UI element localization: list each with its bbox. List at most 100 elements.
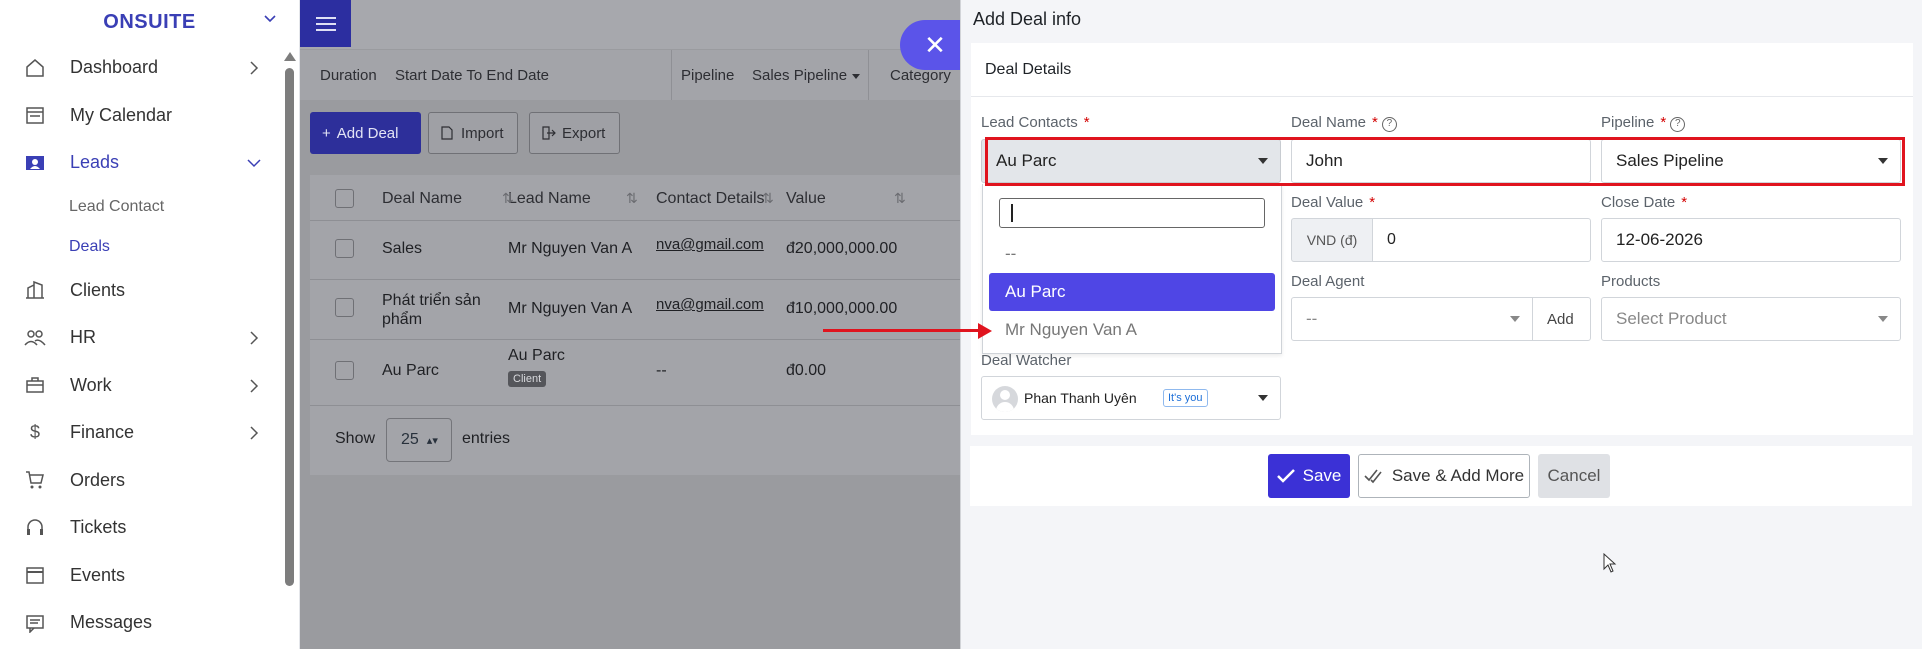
hamburger-menu-icon[interactable] (300, 0, 351, 47)
sidebar-item-label: Leads (70, 152, 120, 173)
sidebar-item-work[interactable]: Work (0, 362, 299, 410)
sidebar-item-finance[interactable]: $ Finance (0, 409, 299, 457)
sidebar-item-orders[interactable]: Orders (0, 457, 299, 505)
save-add-more-button[interactable]: Save & Add More (1358, 454, 1530, 498)
sidebar-item-tickets[interactable]: Tickets (0, 504, 299, 552)
deal-name-cell[interactable]: Phát triển sản phẩm (382, 291, 512, 329)
dropdown-option-none[interactable]: -- (989, 235, 1275, 273)
lead-name-cell[interactable]: Mr Nguyen Van A (508, 300, 632, 318)
contact-email-link[interactable]: nva@gmail.com (656, 296, 764, 313)
add-deal-label: Add Deal (336, 124, 399, 142)
label-text: Lead Contacts (981, 114, 1078, 131)
caret-down-icon (852, 74, 860, 79)
sidebar-subitem-lead-contact[interactable]: Lead Contact (0, 187, 299, 227)
sidebar-item-label: Finance (70, 422, 135, 443)
divider (868, 50, 869, 100)
entries-label: entries (462, 430, 511, 447)
row-checkbox[interactable] (335, 361, 354, 380)
save-add-more-label: Save & Add More (1391, 466, 1525, 485)
sidebar-item-label: Dashboard (70, 57, 159, 78)
hr-icon (24, 327, 46, 349)
column-header-lead-name[interactable]: Lead Name (508, 190, 591, 208)
caret-down-icon (1878, 316, 1888, 322)
sort-icon[interactable]: ⇅ (502, 190, 514, 207)
brand-logo[interactable]: ONSUITE (0, 0, 299, 44)
sidebar-item-hr[interactable]: HR (0, 314, 299, 362)
deals-page: Duration Start Date To End Date Pipeline… (300, 0, 960, 649)
deal-value-cell: đ0.00 (786, 362, 827, 379)
mouse-cursor-icon (1603, 553, 1617, 573)
sidebar-scrollbar[interactable] (285, 68, 294, 586)
row-checkbox[interactable] (335, 298, 354, 317)
sidebar-nav: Dashboard My Calendar Leads Lead Contact… (0, 44, 299, 647)
lead-name-cell[interactable]: Au Parc (508, 347, 565, 365)
products-label: Products (1601, 273, 1661, 290)
brand-name: ONSUITE (103, 10, 196, 33)
add-deal-button[interactable]: + Add Deal (310, 112, 421, 154)
lead-name-cell[interactable]: Mr Nguyen Van A (508, 240, 632, 258)
close-date-value: 12-06-2026 (1616, 230, 1703, 249)
deal-name-cell[interactable]: Au Parc (382, 362, 439, 380)
deal-value-label: Deal Value * (1291, 194, 1375, 211)
import-button[interactable]: Import (428, 112, 518, 154)
deal-watcher-select[interactable]: Phan Thanh Uyên It's you (981, 376, 1281, 420)
label-text: Deal Value (1291, 194, 1364, 211)
add-agent-label: Add (1547, 310, 1574, 328)
export-icon (542, 126, 556, 140)
deal-name-label: Deal Name *? (1291, 114, 1397, 132)
sort-icon[interactable]: ⇅ (762, 190, 774, 207)
column-header-contact-details[interactable]: Contact Details (656, 190, 765, 208)
products-select[interactable]: Select Product (1601, 297, 1901, 341)
export-button[interactable]: Export (529, 112, 620, 154)
cancel-button[interactable]: Cancel (1538, 454, 1610, 498)
caret-down-icon (1510, 316, 1520, 322)
check-icon (1276, 469, 1295, 483)
scrollbar-up-arrow[interactable] (284, 52, 296, 61)
sidebar-item-messages[interactable]: Messages (0, 599, 299, 647)
help-icon[interactable]: ? (1381, 117, 1397, 132)
add-agent-button[interactable]: Add (1532, 297, 1591, 341)
required-mark: * (1372, 114, 1378, 131)
annotation-arrow-head (978, 323, 992, 339)
sidebar-item-dashboard[interactable]: Dashboard (0, 44, 299, 92)
highlight-box (985, 137, 1905, 186)
close-date-input[interactable]: 12-06-2026 (1601, 218, 1901, 262)
sidebar-item-my-calendar[interactable]: My Calendar (0, 92, 299, 140)
sidebar-item-events[interactable]: Events (0, 552, 299, 600)
column-header-deal-name[interactable]: Deal Name (382, 190, 462, 208)
column-header-value[interactable]: Value (786, 190, 826, 208)
sort-icon[interactable]: ⇅ (626, 190, 638, 207)
deal-value-input[interactable]: 0 (1372, 218, 1591, 262)
deal-agent-select[interactable]: -- (1291, 297, 1533, 341)
sidebar-subitem-deals[interactable]: Deals (0, 227, 299, 267)
contact-email-link[interactable]: nva@gmail.com (656, 236, 764, 253)
row-divider (310, 339, 960, 340)
sidebar-item-label: Messages (70, 612, 153, 633)
sidebar-item-label: Clients (70, 279, 126, 300)
label-text: Deal Name (1291, 114, 1367, 131)
label-text: Close Date (1601, 194, 1676, 211)
pipeline-filter-select[interactable]: Sales Pipeline (752, 67, 847, 84)
dropdown-option-au-parc[interactable]: Au Parc (989, 273, 1275, 311)
sidebar-item-label: My Calendar (70, 104, 173, 125)
select-all-checkbox[interactable] (335, 189, 354, 208)
row-divider (310, 405, 960, 406)
sort-icon[interactable]: ⇅ (894, 190, 906, 207)
sidebar-item-leads[interactable]: Leads (0, 139, 299, 187)
chevron-down-icon[interactable] (263, 12, 277, 26)
panel-title: Add Deal info (973, 9, 1082, 29)
help-icon[interactable]: ? (1670, 117, 1686, 132)
page-size-select[interactable]: 25 ▴▾ (386, 418, 452, 462)
pipeline-label: Pipeline *? (1601, 114, 1686, 132)
avatar (992, 386, 1018, 412)
deal-name-cell[interactable]: Sales (382, 240, 422, 258)
save-button[interactable]: Save (1268, 454, 1350, 498)
sidebar-item-clients[interactable]: Clients (0, 267, 299, 315)
date-range-input[interactable]: Start Date To End Date (395, 67, 549, 84)
file-icon (441, 126, 453, 140)
dropdown-option-mr-nguyen-van-a[interactable]: Mr Nguyen Van A (989, 311, 1275, 349)
dropdown-search-input[interactable] (999, 198, 1265, 228)
message-icon (24, 612, 46, 634)
client-badge: Client (508, 371, 547, 387)
row-checkbox[interactable] (335, 239, 354, 258)
